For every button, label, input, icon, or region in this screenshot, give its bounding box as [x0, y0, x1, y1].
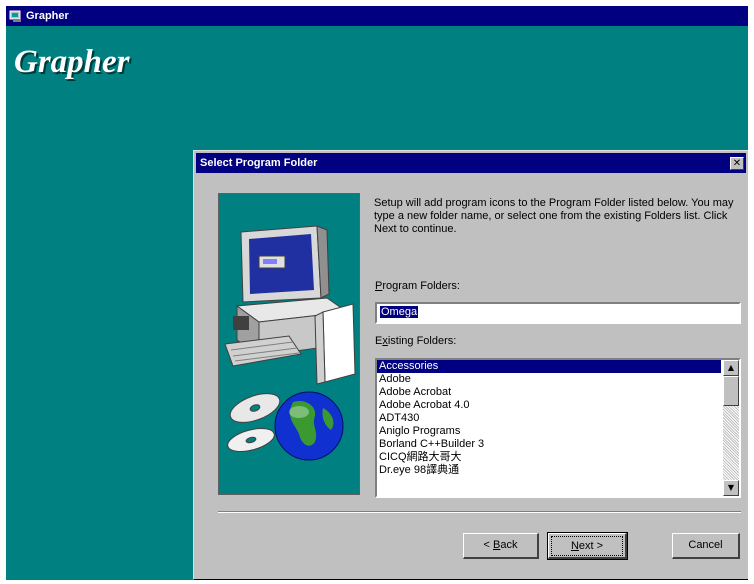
scroll-up-button[interactable]: ▲: [723, 360, 739, 376]
back-arrow-text: <: [483, 539, 493, 551]
list-item[interactable]: Adobe Acrobat 4.0: [377, 399, 721, 412]
back-label: ack: [500, 539, 518, 551]
existing-folders-list[interactable]: Accessories Adobe Adobe Acrobat Adobe Acrob…: [375, 358, 741, 498]
list-item[interactable]: CICQ網路大哥大: [377, 451, 721, 464]
cancel-label: Cancel: [688, 539, 723, 551]
cancel-button[interactable]: Cancel: [672, 533, 740, 559]
list-item[interactable]: Dr.eye 98譯典通: [377, 464, 721, 477]
select-program-folder-dialog: Select Program Folder ✕ Setup will add p…: [193, 150, 748, 580]
next-focus-ring: Next >: [551, 536, 623, 556]
program-folder-input[interactable]: Omega: [375, 302, 741, 324]
arrow-up-icon: ▲: [727, 363, 735, 372]
app-heading: Grapher: [14, 44, 130, 80]
list-scrollbar[interactable]: ▲ ▼: [723, 360, 739, 496]
list-item[interactable]: Accessories: [377, 360, 721, 373]
program-folders-label-text: rogram Folders:: [382, 280, 460, 292]
list-item[interactable]: Borland C++Builder 3: [377, 438, 721, 451]
list-item[interactable]: ADT430: [377, 412, 721, 425]
app-window-title: Grapher: [26, 10, 69, 22]
back-button[interactable]: < Back: [463, 533, 539, 559]
next-hotkey: N: [570, 540, 579, 552]
scroll-down-button[interactable]: ▼: [723, 480, 739, 496]
existing-folders-label: Existing Folders:: [375, 335, 456, 347]
app-window: Grapher Grapher Select Program Folder ✕: [6, 6, 748, 580]
close-button[interactable]: ✕: [730, 156, 744, 170]
program-folder-value: Omega: [380, 306, 419, 318]
existing-folders-items: Accessories Adobe Adobe Acrobat Adobe Acrob…: [377, 360, 721, 496]
next-label: ext >: [578, 540, 604, 552]
app-icon: [9, 9, 23, 23]
arrow-down-icon: ▼: [727, 483, 735, 492]
existing-folders-label-text: isting Folders:: [387, 335, 457, 347]
app-titlebar[interactable]: Grapher: [6, 6, 748, 26]
close-icon: ✕: [732, 157, 742, 169]
scroll-thumb[interactable]: [723, 376, 739, 406]
divider: [218, 511, 741, 513]
next-button[interactable]: Next >: [547, 532, 628, 560]
dialog-title: Select Program Folder: [200, 157, 318, 169]
list-item[interactable]: Adobe: [377, 373, 721, 386]
dialog-description: Setup will add program icons to the Prog…: [374, 197, 734, 235]
list-item[interactable]: Aniglo Programs: [377, 425, 721, 438]
program-folders-label: Program Folders:: [375, 280, 460, 292]
computer-globe-icon: [224, 225, 356, 461]
setup-illustration: [218, 193, 360, 495]
dialog-titlebar[interactable]: Select Program Folder ✕: [196, 153, 746, 173]
list-item[interactable]: Adobe Acrobat: [377, 386, 721, 399]
